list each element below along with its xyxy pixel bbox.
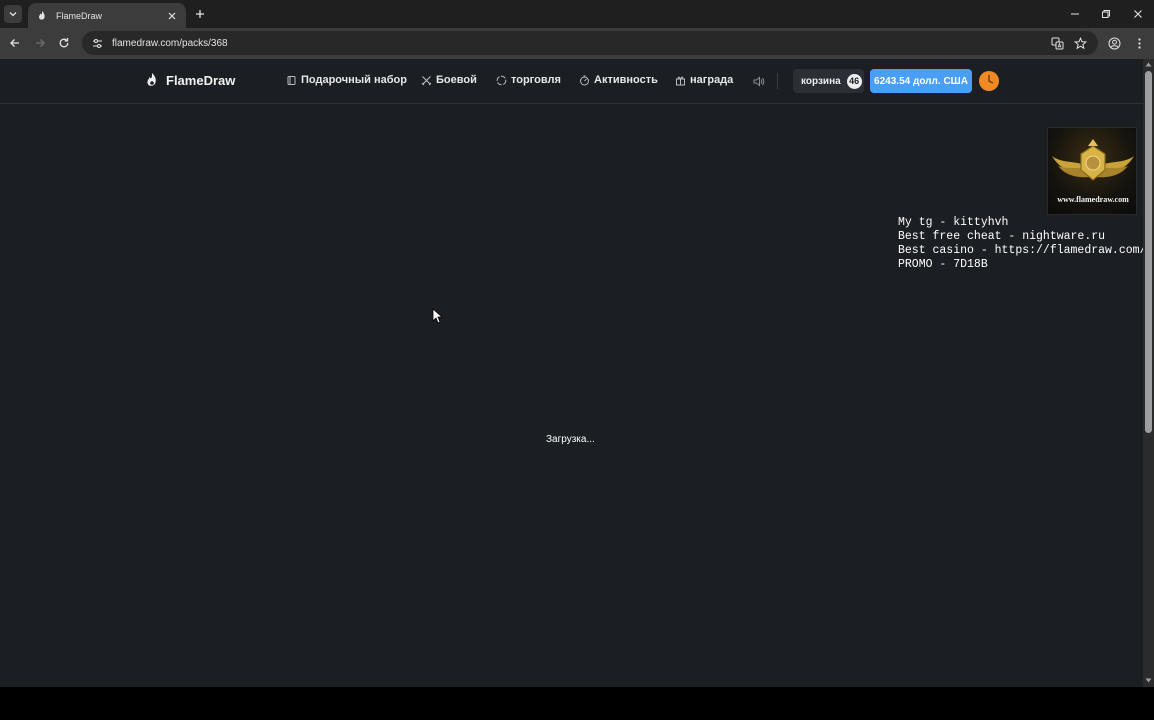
page-viewport: FlameDraw Подарочный набор Боевой торгов… (0, 59, 1154, 687)
flamedraw-favicon-icon (36, 10, 48, 22)
avatar-face-icon (980, 72, 998, 90)
browser-tabstrip: FlameDraw (0, 0, 1154, 28)
translate-icon[interactable] (1050, 36, 1064, 50)
taskbar-area (0, 687, 1154, 720)
tab-search-button[interactable] (4, 5, 22, 23)
promo-line: My tg - kittyhvh (898, 216, 1009, 229)
mouse-cursor-icon (432, 308, 442, 324)
trade-icon (495, 74, 507, 86)
reload-icon (59, 38, 69, 48)
new-tab-button[interactable] (192, 6, 208, 22)
chevron-down-icon (9, 12, 17, 17)
close-icon (1134, 10, 1142, 18)
restore-icon (1102, 10, 1110, 18)
forward-button[interactable] (31, 34, 49, 52)
gift-box-icon (285, 74, 297, 86)
loading-text: Загрузка... (546, 434, 595, 445)
nav-gift-set[interactable]: Подарочный набор (285, 74, 407, 86)
nav-label: Боевой (436, 74, 477, 86)
back-button[interactable] (6, 34, 24, 52)
site-info-icon[interactable] (90, 36, 104, 50)
promo-line: Best casino - https://flamedraw.com/ (898, 244, 1147, 257)
user-avatar[interactable] (979, 71, 999, 91)
minimize-button[interactable] (1066, 5, 1084, 23)
cart-button[interactable]: корзина 46 (793, 69, 864, 93)
gold-wings-emblem-icon (1052, 139, 1134, 181)
url-text: flamedraw.com/packs/368 (112, 37, 228, 49)
address-bar[interactable]: flamedraw.com/packs/368 (82, 31, 1098, 55)
balance-text: 6243.54 долл. США (874, 75, 968, 87)
tab-title: FlameDraw (56, 10, 103, 21)
close-window-button[interactable] (1129, 5, 1147, 23)
plus-icon (196, 10, 204, 18)
browser-toolbar: flamedraw.com/packs/368 (0, 28, 1154, 59)
cart-count-badge: 46 (846, 73, 862, 89)
nav-activity[interactable]: Активность (578, 74, 658, 86)
browser-tab[interactable]: FlameDraw (28, 3, 186, 28)
arrow-left-icon (10, 39, 19, 47)
header-divider (777, 73, 778, 89)
flame-logo-icon (144, 72, 160, 88)
promo-image-caption: www.flamedraw.com (1057, 195, 1129, 204)
logo-text: FlameDraw (166, 72, 236, 88)
reload-button[interactable] (55, 34, 73, 52)
nav-label: Активность (594, 74, 658, 86)
nav-label: награда (690, 74, 734, 86)
more-menu-icon[interactable] (1132, 36, 1146, 50)
reward-icon (674, 74, 686, 86)
nav-label: торговля (511, 74, 561, 86)
scrollbar-thumb[interactable] (1145, 71, 1152, 433)
arrow-right-icon (36, 39, 45, 47)
nav-battle[interactable]: Боевой (420, 74, 477, 86)
site-logo[interactable]: FlameDraw (144, 72, 235, 88)
restore-button[interactable] (1097, 5, 1115, 23)
nav-reward[interactable]: награда (674, 74, 733, 86)
site-header: FlameDraw Подарочный набор Боевой торгов… (0, 59, 1143, 104)
sound-toggle-icon[interactable] (751, 74, 765, 88)
activity-icon (578, 74, 590, 86)
promo-line: Best free cheat - nightware.ru (898, 230, 1106, 243)
scroll-up-arrow-icon[interactable] (1144, 60, 1153, 69)
swords-icon (420, 74, 432, 86)
promo-text-block: My tg - kittyhvh Best free cheat - nightw… (898, 216, 1146, 272)
promo-emblem-image: www.flamedraw.com (1047, 127, 1137, 215)
page-scrollbar[interactable] (1143, 59, 1154, 687)
bookmark-star-icon[interactable] (1073, 36, 1087, 50)
promo-line: PROMO - 7D18B (898, 258, 988, 271)
balance-button[interactable]: 6243.54 долл. США (870, 69, 972, 93)
minimize-icon (1071, 13, 1079, 15)
cart-label: корзина (801, 75, 841, 87)
profile-icon[interactable] (1107, 36, 1121, 50)
nav-trade[interactable]: торговля (495, 74, 561, 86)
nav-label: Подарочный набор (301, 74, 407, 86)
tab-close-icon[interactable] (166, 10, 178, 22)
scroll-down-arrow-icon[interactable] (1144, 676, 1153, 685)
